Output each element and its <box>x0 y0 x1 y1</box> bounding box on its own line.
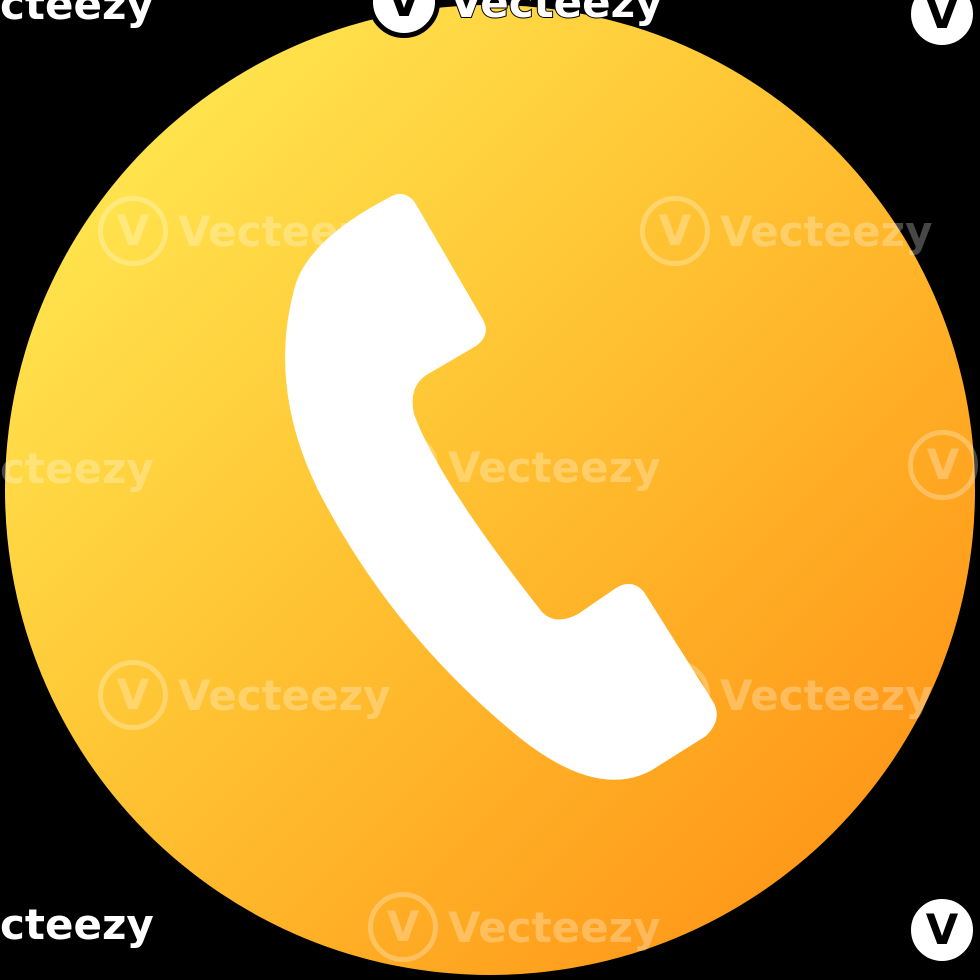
phone-app-icon[interactable] <box>0 0 980 980</box>
app-icon-canvas: V Vecteezy V Vecteezy V Vecteezy cteezy … <box>0 0 980 980</box>
phone-icon-svg <box>5 5 975 975</box>
icon-circle-background <box>5 5 975 975</box>
